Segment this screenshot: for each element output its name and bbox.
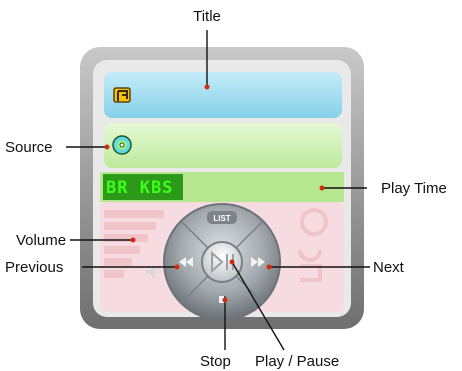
list-label: LIST xyxy=(213,214,230,223)
list-button[interactable]: LIST xyxy=(207,211,237,224)
label-next: Next xyxy=(373,259,405,276)
label-play-time: Play Time xyxy=(381,180,447,197)
label-stop: Stop xyxy=(200,353,231,370)
music-note-icon xyxy=(113,87,131,103)
label-play-pause: Play / Pause xyxy=(255,353,339,370)
label-source: Source xyxy=(5,139,53,156)
label-previous: Previous xyxy=(5,259,63,276)
cd-disc-icon xyxy=(112,135,132,155)
label-volume: Volume xyxy=(16,232,66,249)
title-band xyxy=(104,72,342,118)
player-diagram: BR KBS LIST Title Source Play Time Volum… xyxy=(5,8,447,370)
lcd-text: BR KBS xyxy=(106,178,173,198)
label-title: Title xyxy=(193,8,221,25)
source-band xyxy=(104,123,342,168)
